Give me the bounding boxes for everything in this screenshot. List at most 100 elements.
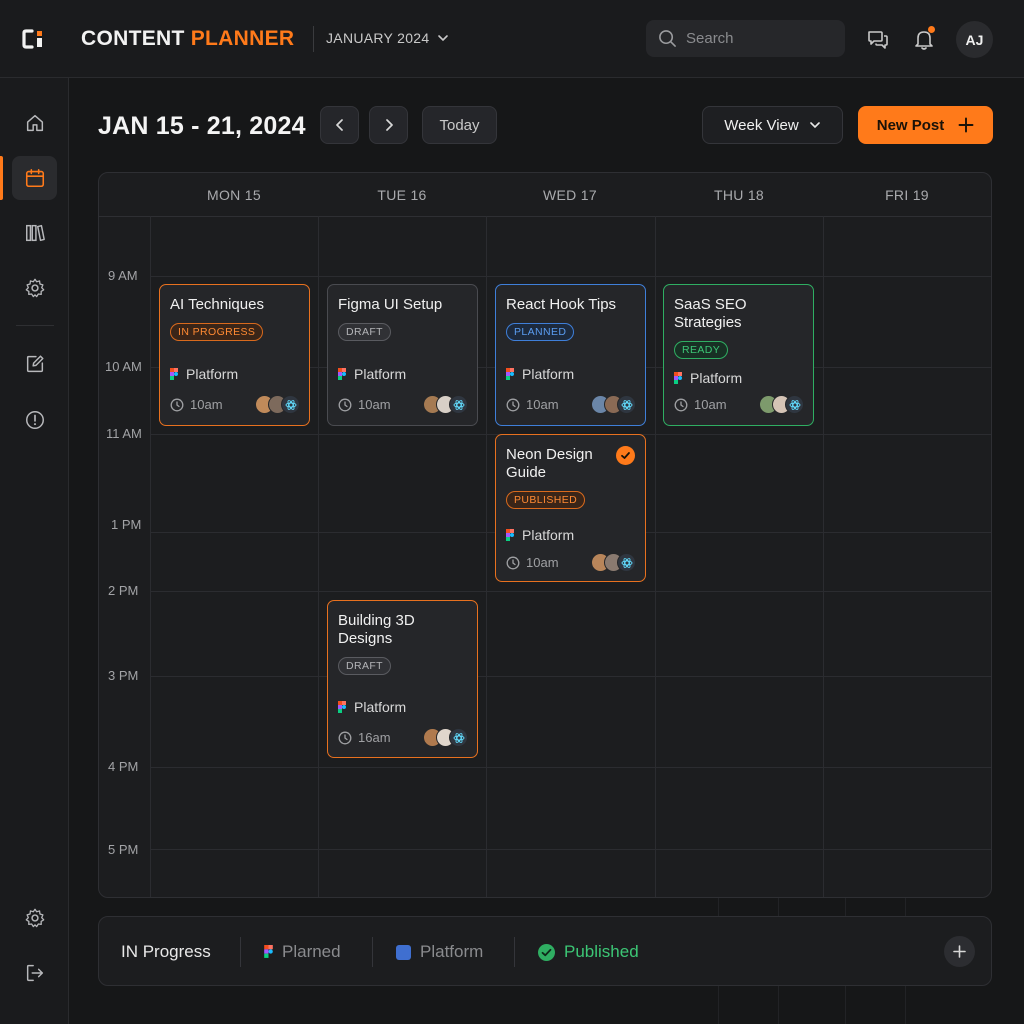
assignee-avatars [423,395,468,414]
react-icon [449,728,468,747]
legend-item-planned[interactable]: Plarned [264,917,341,987]
assignee-avatars [423,728,468,747]
status-badge: IN PROGRESS [170,323,264,341]
figma-icon [338,700,346,713]
platform-label: Platform [522,366,575,382]
hour-line [150,767,991,768]
chat-icon[interactable] [866,27,890,51]
column-line [150,216,151,897]
search-box[interactable] [646,20,845,57]
notification-dot [928,26,935,33]
sidebar-item-logout[interactable] [12,951,57,995]
legend-item-platform[interactable]: Platform [396,917,483,987]
legend-label: IN Progress [121,942,211,961]
day-header-thu: THU 18 [713,186,765,203]
legend-item-in-progress[interactable]: IN Progress [121,917,211,987]
hour-line [150,849,991,850]
sidebar-item-settings[interactable] [12,266,57,310]
event-card[interactable]: AI Techniques IN PROGRESS Platform 10am [159,284,310,426]
status-legend: IN Progress Plarned Platform Published [98,916,992,986]
status-badge: DRAFT [338,657,391,675]
event-title: Figma UI Setup [338,296,443,313]
status-badge: PLANNED [506,323,575,341]
check-circle-icon [538,943,555,961]
new-post-label: New Post [876,116,945,134]
time-label: 10am [526,397,559,412]
time-label: 10 AM [105,359,142,374]
figma-icon [338,367,346,380]
clock-icon [338,731,352,744]
figma-icon [264,945,273,958]
time-label: 10am [190,397,223,412]
clock-icon [674,398,688,411]
clock-icon [506,398,520,411]
platform-label: Platform [522,527,575,543]
title-divider [313,26,314,52]
plus-icon [958,117,974,133]
assignee-avatars [591,553,636,572]
settings-icon [25,278,44,298]
chevron-down-icon [809,122,820,129]
event-title: SaaS SEO Strategies [674,296,747,331]
day-header-fri: FRI 19 [885,186,929,203]
assignee-avatars [255,395,300,414]
sidebar-item-calendar[interactable] [12,156,57,200]
search-input[interactable] [686,30,826,47]
event-platform: Platform [506,527,574,543]
legend-divider [372,937,373,967]
legend-label: Plarned [282,942,341,961]
check-icon [616,446,635,465]
view-selector[interactable]: Week View [702,106,843,144]
event-card[interactable]: Building 3D Designs DRAFT Platform 16am [327,600,478,758]
sidebar-item-home[interactable] [12,101,57,145]
hour-line [150,591,991,592]
day-header-wed: WED 17 [543,186,597,203]
time-label: 4 PM [108,759,139,774]
react-icon [449,395,468,414]
sidebar-item-edit[interactable] [12,342,57,386]
event-card[interactable]: SaaS SEO Strategies READY Platform 10am [663,284,814,426]
day-header-mon: MON 15 [207,186,261,203]
platform-label: Platform [186,366,239,382]
chevron-right-icon [385,119,393,131]
user-avatar[interactable]: AJ [956,21,993,58]
time-label: 11 AM [106,426,142,441]
figma-icon [506,528,514,541]
assignee-avatars [591,395,636,414]
event-card[interactable]: React Hook Tips PLANNED Platform 10am [495,284,646,426]
event-platform: Platform [506,366,574,382]
previous-week-button[interactable] [320,106,359,144]
react-icon [281,395,300,414]
chevron-left-icon [335,119,343,131]
hour-line [150,276,991,277]
event-card[interactable]: Figma UI Setup DRAFT Platform 10am [327,284,478,426]
add-status-button[interactable] [944,936,975,967]
sidebar-item-preferences[interactable] [12,896,57,940]
sidebar-item-info[interactable] [12,398,57,442]
new-post-button[interactable]: New Post [858,106,993,144]
today-button[interactable]: Today [422,106,497,144]
figma-icon [506,367,514,380]
month-selector[interactable]: JANUARY 2024 [326,30,449,46]
event-title: React Hook Tips [506,296,617,313]
sidebar-item-library[interactable] [12,211,57,255]
event-time: 10am [506,397,559,412]
legend-item-published[interactable]: Published [538,917,639,987]
time-label: 9 AM [108,268,138,283]
status-badge: READY [674,341,729,359]
next-week-button[interactable] [369,106,408,144]
event-title: Building 3D Designs [338,612,415,647]
figma-icon [674,371,682,384]
event-platform: Platform [170,366,238,382]
info-icon [25,411,44,429]
home-icon [26,114,43,132]
event-title: Neon Design Guide [506,446,593,481]
calendar-icon [25,168,44,188]
react-icon [785,395,804,414]
event-card[interactable]: Neon Design Guide PUBLISHED Platform 10a… [495,434,646,582]
figma-icon [170,367,178,380]
react-icon [617,395,636,414]
time-label: 5 PM [108,842,139,857]
hour-line [150,676,991,677]
status-badge: PUBLISHED [506,491,586,509]
